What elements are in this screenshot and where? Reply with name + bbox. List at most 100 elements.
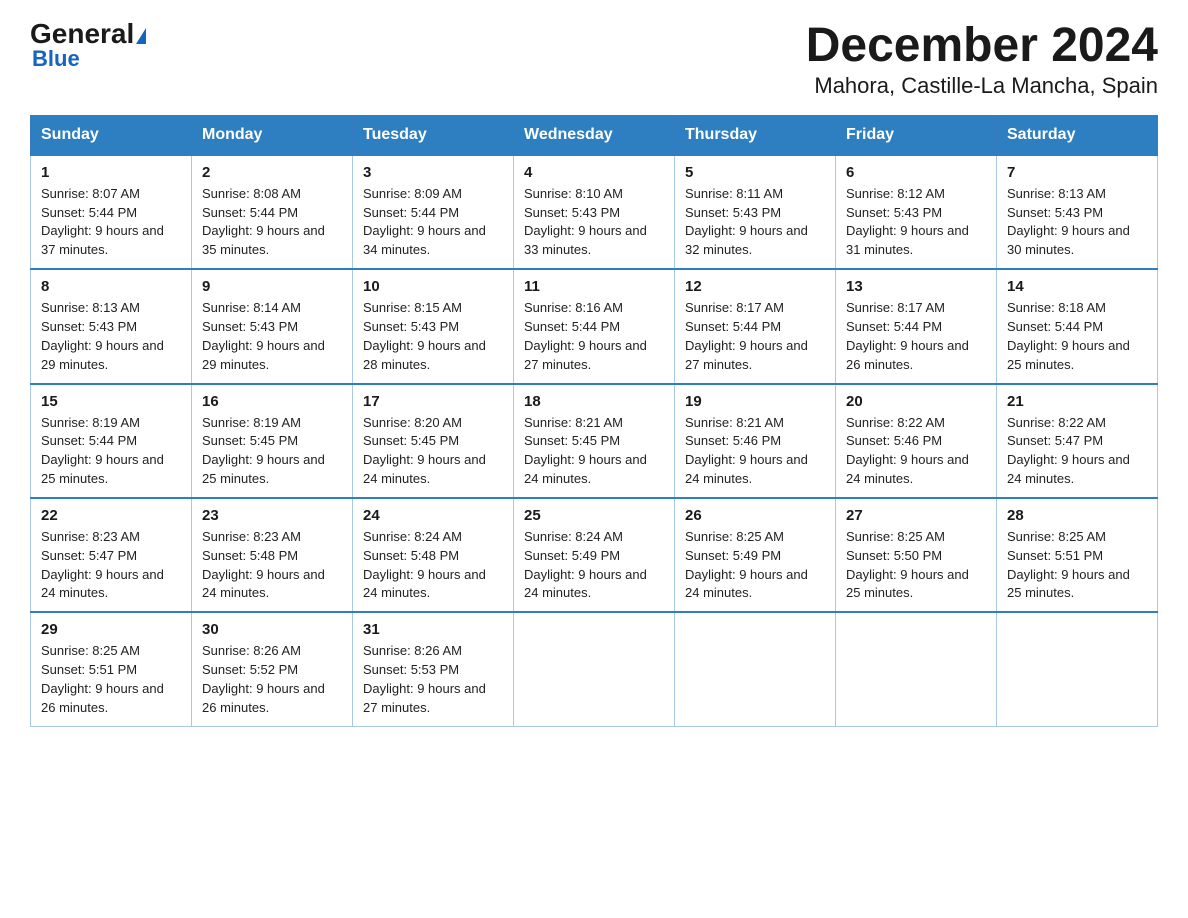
- calendar-header-row: Sunday Monday Tuesday Wednesday Thursday…: [31, 115, 1158, 155]
- day-info: Sunrise: 8:12 AMSunset: 5:43 PMDaylight:…: [846, 186, 969, 258]
- day-number: 25: [524, 507, 664, 524]
- week-row-2: 8 Sunrise: 8:13 AMSunset: 5:43 PMDayligh…: [31, 269, 1158, 383]
- day-info: Sunrise: 8:24 AMSunset: 5:49 PMDaylight:…: [524, 529, 647, 601]
- calendar-cell: 8 Sunrise: 8:13 AMSunset: 5:43 PMDayligh…: [31, 269, 192, 383]
- day-number: 27: [846, 507, 986, 524]
- day-info: Sunrise: 8:26 AMSunset: 5:53 PMDaylight:…: [363, 643, 486, 715]
- logo-blue-text: Blue: [32, 46, 80, 72]
- day-info: Sunrise: 8:23 AMSunset: 5:48 PMDaylight:…: [202, 529, 325, 601]
- logo-triangle-icon: [136, 28, 146, 44]
- day-info: Sunrise: 8:22 AMSunset: 5:46 PMDaylight:…: [846, 415, 969, 487]
- calendar-title: December 2024: [806, 20, 1158, 73]
- calendar-cell: [836, 612, 997, 726]
- day-info: Sunrise: 8:17 AMSunset: 5:44 PMDaylight:…: [685, 300, 808, 372]
- day-number: 17: [363, 393, 503, 410]
- day-info: Sunrise: 8:13 AMSunset: 5:43 PMDaylight:…: [41, 300, 164, 372]
- calendar-cell: 25 Sunrise: 8:24 AMSunset: 5:49 PMDaylig…: [514, 498, 675, 612]
- col-sunday: Sunday: [31, 115, 192, 155]
- day-info: Sunrise: 8:07 AMSunset: 5:44 PMDaylight:…: [41, 186, 164, 258]
- day-number: 12: [685, 278, 825, 295]
- calendar-cell: 17 Sunrise: 8:20 AMSunset: 5:45 PMDaylig…: [353, 384, 514, 498]
- day-info: Sunrise: 8:21 AMSunset: 5:46 PMDaylight:…: [685, 415, 808, 487]
- day-info: Sunrise: 8:08 AMSunset: 5:44 PMDaylight:…: [202, 186, 325, 258]
- logo: General Blue: [30, 20, 146, 72]
- day-number: 3: [363, 164, 503, 181]
- day-info: Sunrise: 8:19 AMSunset: 5:45 PMDaylight:…: [202, 415, 325, 487]
- day-info: Sunrise: 8:09 AMSunset: 5:44 PMDaylight:…: [363, 186, 486, 258]
- day-info: Sunrise: 8:19 AMSunset: 5:44 PMDaylight:…: [41, 415, 164, 487]
- day-info: Sunrise: 8:25 AMSunset: 5:49 PMDaylight:…: [685, 529, 808, 601]
- calendar-cell: 5 Sunrise: 8:11 AMSunset: 5:43 PMDayligh…: [675, 155, 836, 269]
- day-number: 22: [41, 507, 181, 524]
- calendar-cell: 26 Sunrise: 8:25 AMSunset: 5:49 PMDaylig…: [675, 498, 836, 612]
- calendar-table: Sunday Monday Tuesday Wednesday Thursday…: [30, 115, 1158, 727]
- week-row-3: 15 Sunrise: 8:19 AMSunset: 5:44 PMDaylig…: [31, 384, 1158, 498]
- day-number: 18: [524, 393, 664, 410]
- calendar-cell: [514, 612, 675, 726]
- day-number: 4: [524, 164, 664, 181]
- day-info: Sunrise: 8:13 AMSunset: 5:43 PMDaylight:…: [1007, 186, 1130, 258]
- calendar-cell: 31 Sunrise: 8:26 AMSunset: 5:53 PMDaylig…: [353, 612, 514, 726]
- calendar-cell: 6 Sunrise: 8:12 AMSunset: 5:43 PMDayligh…: [836, 155, 997, 269]
- calendar-cell: 16 Sunrise: 8:19 AMSunset: 5:45 PMDaylig…: [192, 384, 353, 498]
- day-number: 7: [1007, 164, 1147, 181]
- calendar-cell: 3 Sunrise: 8:09 AMSunset: 5:44 PMDayligh…: [353, 155, 514, 269]
- col-saturday: Saturday: [997, 115, 1158, 155]
- calendar-cell: 27 Sunrise: 8:25 AMSunset: 5:50 PMDaylig…: [836, 498, 997, 612]
- day-number: 8: [41, 278, 181, 295]
- logo-general: General: [30, 18, 134, 49]
- day-info: Sunrise: 8:25 AMSunset: 5:51 PMDaylight:…: [1007, 529, 1130, 601]
- day-number: 9: [202, 278, 342, 295]
- calendar-cell: 9 Sunrise: 8:14 AMSunset: 5:43 PMDayligh…: [192, 269, 353, 383]
- day-number: 21: [1007, 393, 1147, 410]
- col-friday: Friday: [836, 115, 997, 155]
- calendar-cell: 10 Sunrise: 8:15 AMSunset: 5:43 PMDaylig…: [353, 269, 514, 383]
- day-number: 2: [202, 164, 342, 181]
- calendar-cell: 20 Sunrise: 8:22 AMSunset: 5:46 PMDaylig…: [836, 384, 997, 498]
- calendar-cell: 4 Sunrise: 8:10 AMSunset: 5:43 PMDayligh…: [514, 155, 675, 269]
- day-number: 24: [363, 507, 503, 524]
- day-number: 16: [202, 393, 342, 410]
- day-info: Sunrise: 8:23 AMSunset: 5:47 PMDaylight:…: [41, 529, 164, 601]
- calendar-cell: 29 Sunrise: 8:25 AMSunset: 5:51 PMDaylig…: [31, 612, 192, 726]
- day-info: Sunrise: 8:22 AMSunset: 5:47 PMDaylight:…: [1007, 415, 1130, 487]
- logo-text: General: [30, 20, 146, 48]
- calendar-cell: 24 Sunrise: 8:24 AMSunset: 5:48 PMDaylig…: [353, 498, 514, 612]
- calendar-cell: 2 Sunrise: 8:08 AMSunset: 5:44 PMDayligh…: [192, 155, 353, 269]
- calendar-cell: 21 Sunrise: 8:22 AMSunset: 5:47 PMDaylig…: [997, 384, 1158, 498]
- col-monday: Monday: [192, 115, 353, 155]
- day-number: 29: [41, 621, 181, 638]
- day-number: 6: [846, 164, 986, 181]
- day-number: 15: [41, 393, 181, 410]
- day-number: 23: [202, 507, 342, 524]
- calendar-cell: 12 Sunrise: 8:17 AMSunset: 5:44 PMDaylig…: [675, 269, 836, 383]
- calendar-cell: 15 Sunrise: 8:19 AMSunset: 5:44 PMDaylig…: [31, 384, 192, 498]
- calendar-cell: 18 Sunrise: 8:21 AMSunset: 5:45 PMDaylig…: [514, 384, 675, 498]
- calendar-cell: 1 Sunrise: 8:07 AMSunset: 5:44 PMDayligh…: [31, 155, 192, 269]
- week-row-1: 1 Sunrise: 8:07 AMSunset: 5:44 PMDayligh…: [31, 155, 1158, 269]
- day-info: Sunrise: 8:24 AMSunset: 5:48 PMDaylight:…: [363, 529, 486, 601]
- day-number: 1: [41, 164, 181, 181]
- col-wednesday: Wednesday: [514, 115, 675, 155]
- calendar-cell: 22 Sunrise: 8:23 AMSunset: 5:47 PMDaylig…: [31, 498, 192, 612]
- calendar-cell: 19 Sunrise: 8:21 AMSunset: 5:46 PMDaylig…: [675, 384, 836, 498]
- day-info: Sunrise: 8:10 AMSunset: 5:43 PMDaylight:…: [524, 186, 647, 258]
- day-number: 26: [685, 507, 825, 524]
- day-info: Sunrise: 8:26 AMSunset: 5:52 PMDaylight:…: [202, 643, 325, 715]
- day-number: 31: [363, 621, 503, 638]
- day-info: Sunrise: 8:11 AMSunset: 5:43 PMDaylight:…: [685, 186, 808, 258]
- calendar-cell: [675, 612, 836, 726]
- col-tuesday: Tuesday: [353, 115, 514, 155]
- day-info: Sunrise: 8:25 AMSunset: 5:50 PMDaylight:…: [846, 529, 969, 601]
- day-info: Sunrise: 8:16 AMSunset: 5:44 PMDaylight:…: [524, 300, 647, 372]
- day-info: Sunrise: 8:17 AMSunset: 5:44 PMDaylight:…: [846, 300, 969, 372]
- calendar-cell: 28 Sunrise: 8:25 AMSunset: 5:51 PMDaylig…: [997, 498, 1158, 612]
- calendar-subtitle: Mahora, Castille-La Mancha, Spain: [806, 73, 1158, 99]
- day-number: 14: [1007, 278, 1147, 295]
- day-number: 20: [846, 393, 986, 410]
- week-row-5: 29 Sunrise: 8:25 AMSunset: 5:51 PMDaylig…: [31, 612, 1158, 726]
- day-info: Sunrise: 8:18 AMSunset: 5:44 PMDaylight:…: [1007, 300, 1130, 372]
- day-number: 28: [1007, 507, 1147, 524]
- day-number: 5: [685, 164, 825, 181]
- day-info: Sunrise: 8:14 AMSunset: 5:43 PMDaylight:…: [202, 300, 325, 372]
